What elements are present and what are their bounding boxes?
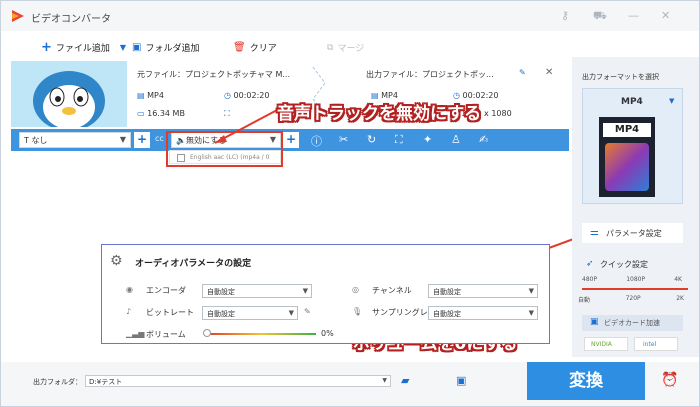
output-folder-label: 出力フォルダ： [33, 378, 82, 386]
encoder-label: エンコーダ [146, 286, 186, 295]
bitrate-select[interactable]: 自動設定 ▼ [202, 306, 298, 320]
channel-icon: ◎ [352, 285, 359, 294]
chevron-down-icon: ▼ [528, 287, 534, 295]
bitrate-label: ビットレート [146, 308, 194, 317]
format-selector[interactable]: MP4 ▼ MP4 [582, 88, 683, 204]
quality-top-labels: 480P 1080P 4K [582, 276, 682, 283]
quality-slider[interactable] [582, 288, 688, 290]
intel-badge: intel [634, 337, 678, 351]
format-name: MP4 [621, 97, 643, 107]
channel-select[interactable]: 自動設定 ▼ [428, 284, 538, 298]
channel-label: チャンネル [372, 286, 412, 295]
audio-params-panel: ⚙ オーディオパラメータの設定 ◉ エンコーダ 自動設定 ▼ ◎ チャンネル 自動… [101, 244, 550, 344]
volume-slider-track[interactable] [206, 333, 316, 335]
app-window: ビデオコンバータ ⚷ ⛟ — ✕ + ファイル追加 ▼ ▣ フォルダ追加 🗑 ク… [0, 0, 700, 407]
callout-disable-track: 音声トラックを無効にする [277, 104, 482, 124]
chevron-down-icon: ▼ [288, 309, 294, 317]
volume-icon: ▁▃▅ [126, 329, 145, 338]
param-settings-label: パラメータ設定 [606, 229, 662, 238]
chevron-down-icon[interactable]: ▼ [669, 97, 674, 105]
bitrate-edit-icon[interactable]: ✎ [304, 307, 311, 316]
audio-gear-icon: ⚙ [110, 253, 123, 269]
sliders-icon: ⚌ [590, 227, 599, 238]
param-settings-button[interactable]: ⚌ パラメータ設定 [582, 223, 683, 243]
volume-value: 0% [321, 329, 334, 338]
mp4-badge: MP4 [603, 123, 651, 137]
open-folder-icon[interactable]: ▣ [456, 374, 466, 387]
gpu-accel-label: ビデオカード加速 [604, 319, 660, 327]
gpu-accel-button[interactable]: ▣ ビデオカード加速 [582, 315, 683, 331]
quick-settings-label: クイック設定 [600, 260, 648, 269]
volume-label: ボリューム [146, 330, 186, 339]
gpu-icon: ▣ [590, 317, 599, 327]
alarm-clock-icon[interactable]: ⏰ [661, 372, 678, 388]
chevron-down-icon: ▼ [528, 309, 534, 317]
output-folder-field[interactable]: D:¥テスト ▼ [85, 375, 391, 387]
audio-params-title: オーディオパラメータの設定 [135, 259, 252, 269]
rocket-icon: ➶ [586, 259, 594, 269]
browse-folder-icon[interactable]: ▰ [401, 374, 409, 387]
nvidia-badge: NVIDIA [584, 337, 628, 351]
encoder-select[interactable]: 自動設定 ▼ [202, 284, 312, 298]
mp4-format-icon: MP4 [599, 117, 655, 197]
select-format-label: 出力フォーマットを選択 [582, 73, 659, 81]
quality-bottom-labels: 自動 720P 2K [578, 295, 684, 304]
encoder-icon: ◉ [126, 285, 133, 294]
chevron-down-icon: ▼ [382, 377, 387, 384]
volume-slider-handle[interactable] [203, 329, 211, 337]
samplerate-select[interactable]: 自動設定 ▼ [428, 306, 538, 320]
mic-icon: 🎙 [352, 307, 363, 316]
format-panel: 出力フォーマットを選択 MP4 ▼ MP4 ⚌ パラメータ設定 ➶ クイック設定… [572, 57, 699, 357]
bitrate-icon: ♪ [126, 307, 132, 316]
balloon-image [605, 143, 649, 191]
convert-button[interactable]: 変換 [527, 362, 645, 400]
chevron-down-icon: ▼ [302, 287, 308, 295]
